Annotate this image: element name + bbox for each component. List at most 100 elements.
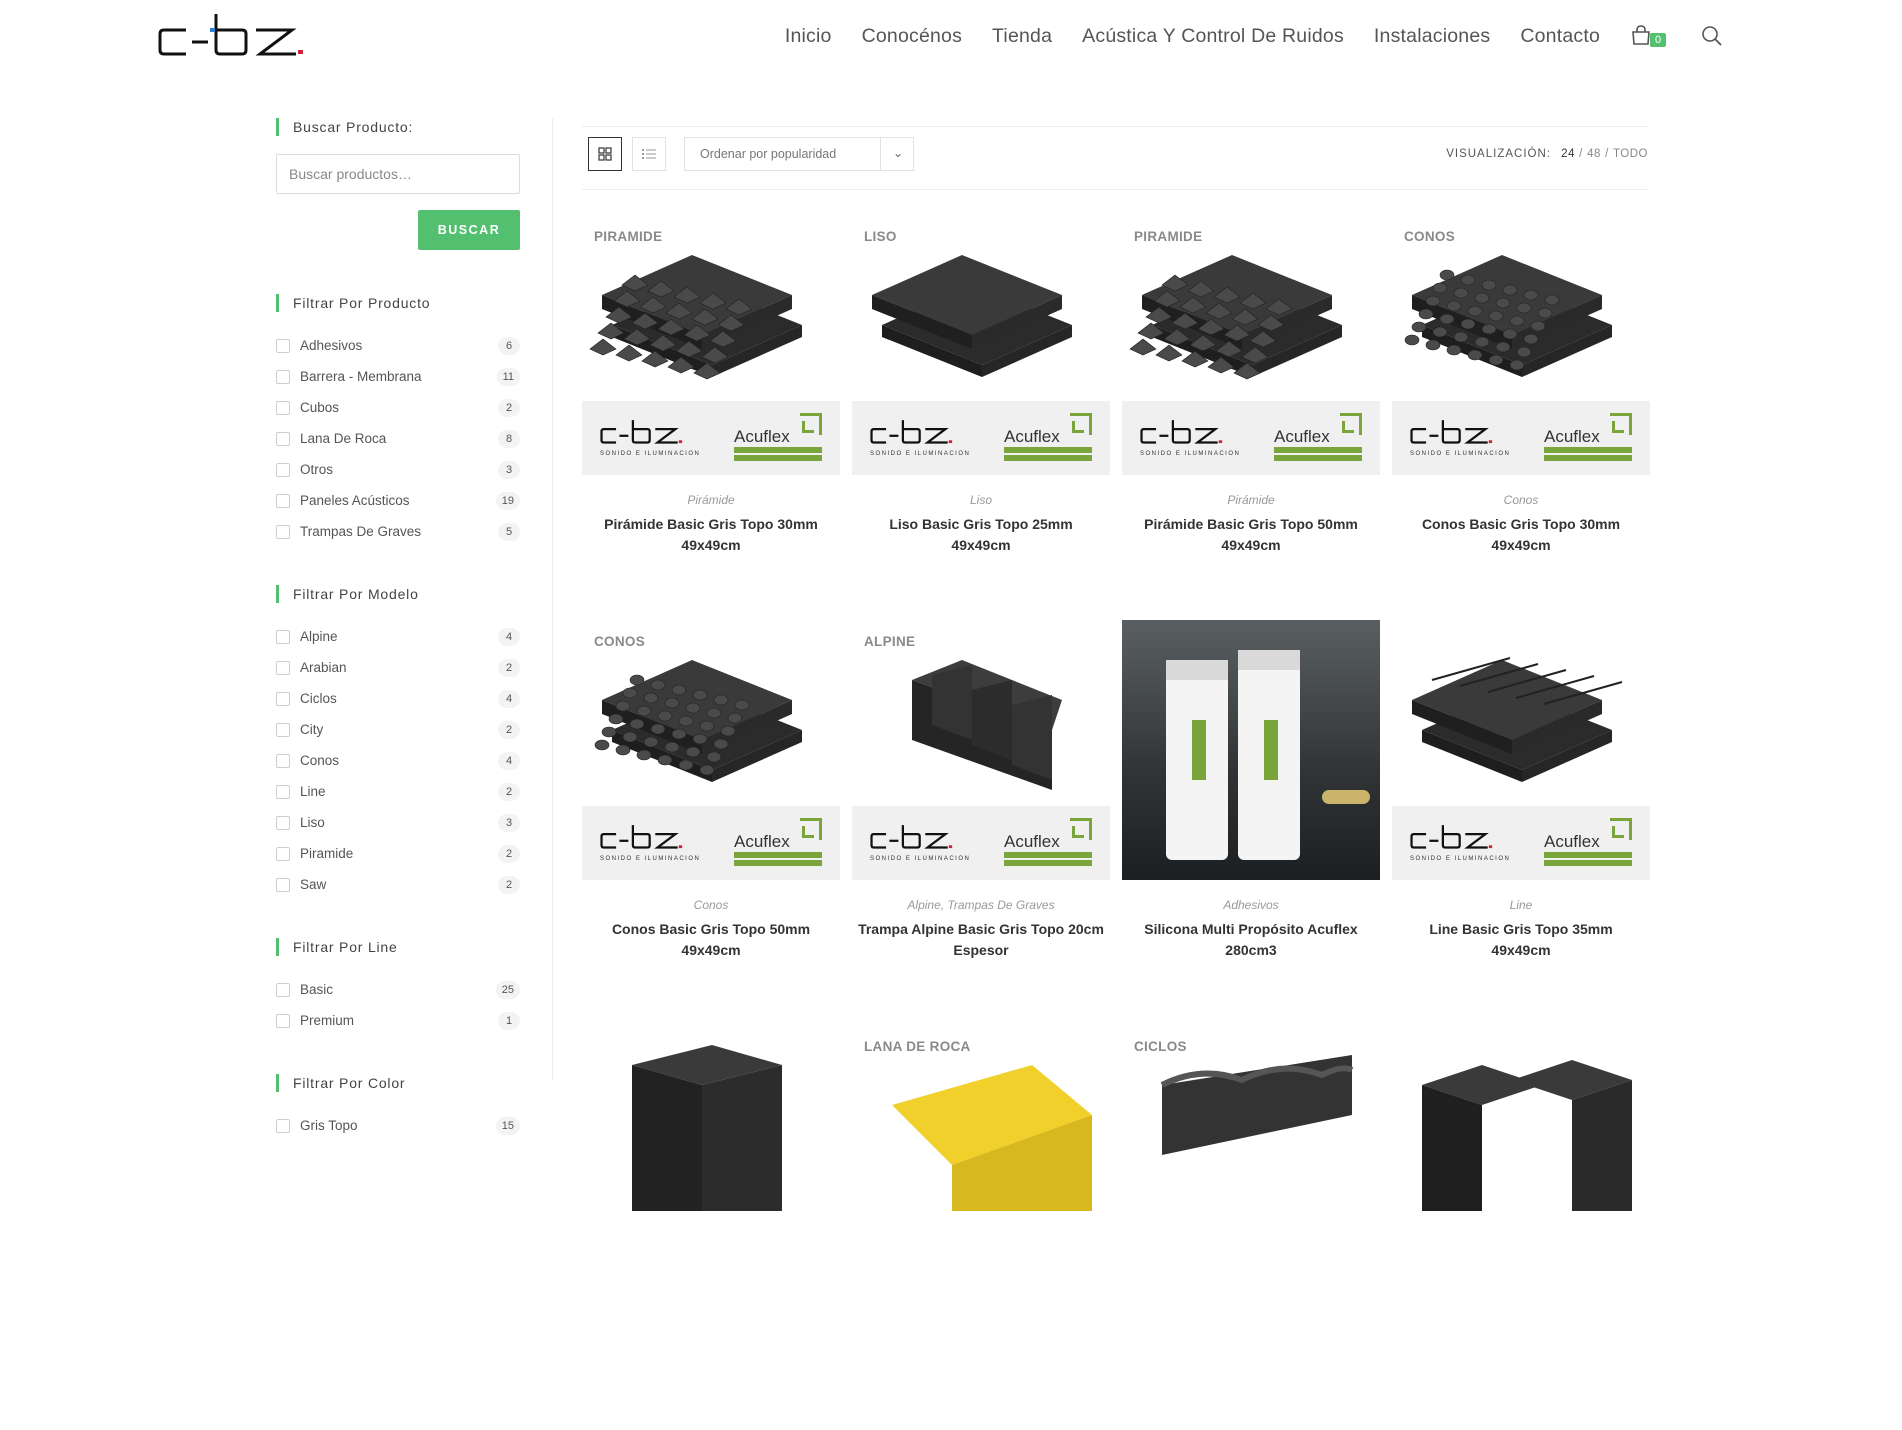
product-image[interactable]: SONIDO E ILUMINACION Acuflex [1392, 620, 1650, 880]
view-count-24[interactable]: 24 [1561, 148, 1575, 160]
checkbox[interactable] [276, 462, 290, 477]
product-title[interactable]: Line Basic Gris Topo 35mm 49x49cm [1392, 919, 1650, 961]
checkbox[interactable] [276, 660, 290, 675]
checkbox[interactable] [276, 753, 290, 768]
view-count-48[interactable]: 48 [1587, 148, 1601, 160]
nav-contacto[interactable]: Contacto [1520, 25, 1600, 48]
product-category[interactable]: Conos [1392, 493, 1650, 507]
product-image[interactable]: LANA DE ROCA [852, 1025, 1110, 1285]
checkbox[interactable] [276, 431, 290, 446]
product-image[interactable] [582, 1025, 840, 1285]
checkbox[interactable] [276, 815, 290, 830]
product-image[interactable]: CONOS SONIDO E ILUMINACION Acuflex [1392, 215, 1650, 475]
product-card[interactable]: LANA DE ROCA [852, 1025, 1110, 1430]
product-category[interactable]: Adhesivos [1122, 898, 1380, 912]
filter-item[interactable]: Lana De Roca 8 [276, 423, 520, 454]
product-image[interactable]: PIRAMIDE SONIDO E ILUMINACION Acuflex [1122, 215, 1380, 475]
filter-item[interactable]: Barrera - Membrana 11 [276, 361, 520, 392]
checkbox[interactable] [276, 784, 290, 799]
filter-item[interactable]: Piramide 2 [276, 838, 520, 869]
nav-conocenos[interactable]: Conocénos [862, 25, 962, 48]
checkbox[interactable] [276, 691, 290, 706]
product-image[interactable]: CONOS SONIDO E ILUMINACION Acuflex [582, 620, 840, 880]
product-image[interactable]: ALPINE SONIDO E ILUMINACION Acuflex [852, 620, 1110, 880]
product-card[interactable]: ALPINE SONIDO E ILUMINACION Acuflex Alpine,… [852, 620, 1110, 1025]
acuflex-logo: Acuflex [734, 818, 822, 868]
product-image[interactable] [1392, 1025, 1650, 1285]
product-search-input[interactable]: Buscar productos… [276, 154, 520, 194]
product-card[interactable]: PIRAMIDE SONIDO E ILUMINACION Acuflex Pirám… [1122, 215, 1380, 620]
acuflex-logo: Acuflex [1004, 818, 1092, 868]
nav-instalaciones[interactable]: Instalaciones [1374, 25, 1490, 48]
product-card[interactable] [1392, 1025, 1650, 1430]
product-card[interactable]: CICLOS [1122, 1025, 1380, 1430]
product-card[interactable]: CONOS SONIDO E ILUMINACION Acuflex Conos Con… [1392, 215, 1650, 620]
product-image[interactable] [1122, 620, 1380, 880]
filter-item[interactable]: Ciclos 4 [276, 683, 520, 714]
filter-item[interactable]: Gris Topo 15 [276, 1110, 520, 1141]
product-category[interactable]: Line [1392, 898, 1650, 912]
search-icon[interactable] [1700, 24, 1724, 48]
product-card[interactable] [582, 1025, 840, 1430]
filter-item[interactable]: Cubos 2 [276, 392, 520, 423]
product-title[interactable]: Pirámide Basic Gris Topo 30mm 49x49cm [582, 514, 840, 556]
sort-select[interactable]: Ordenar por popularidad ⌄ [684, 137, 914, 171]
product-title[interactable]: Liso Basic Gris Topo 25mm 49x49cm [852, 514, 1110, 556]
checkbox[interactable] [276, 1013, 290, 1028]
filter-item[interactable]: Conos 4 [276, 745, 520, 776]
grid-view-button[interactable] [588, 137, 622, 171]
product-title[interactable]: Conos Basic Gris Topo 30mm 49x49cm [1392, 514, 1650, 556]
product-title[interactable]: Pirámide Basic Gris Topo 50mm 49x49cm [1122, 514, 1380, 556]
checkbox[interactable] [276, 722, 290, 737]
filter-item[interactable]: Saw 2 [276, 869, 520, 900]
search-submit-button[interactable]: BUSCAR [418, 210, 520, 250]
filter-label: Arabian [300, 660, 347, 675]
product-card[interactable]: PIRAMIDE SONIDO E ILUMINACION Acuflex Pirám… [582, 215, 840, 620]
product-card[interactable]: Adhesivos Silicona Multi Propósito Acufle… [1122, 620, 1380, 1025]
checkbox[interactable] [276, 400, 290, 415]
product-title[interactable]: Trampa Alpine Basic Gris Topo 20cm Espes… [852, 919, 1110, 961]
site-logo[interactable] [158, 12, 328, 62]
product-category[interactable]: Pirámide [1122, 493, 1380, 507]
nav-tienda[interactable]: Tienda [992, 25, 1052, 48]
product-title[interactable]: Silicona Multi Propósito Acuflex 280cm3 [1122, 919, 1380, 961]
product-category[interactable]: Pirámide [582, 493, 840, 507]
filter-item[interactable]: Trampas De Graves 5 [276, 516, 520, 547]
product-card[interactable]: LISO SONIDO E ILUMINACION Acuflex Liso Liso … [852, 215, 1110, 620]
view-count-all[interactable]: TODO [1613, 148, 1648, 160]
filter-item[interactable]: Arabian 2 [276, 652, 520, 683]
filter-item[interactable]: Paneles Acústicos 19 [276, 485, 520, 516]
product-category[interactable]: Alpine, Trampas De Graves [852, 898, 1110, 912]
filter-count-badge: 2 [498, 720, 520, 739]
filter-item[interactable]: Liso 3 [276, 807, 520, 838]
filter-item[interactable]: Premium 1 [276, 1005, 520, 1036]
nav-inicio[interactable]: Inicio [785, 25, 832, 48]
checkbox[interactable] [276, 877, 290, 892]
product-image[interactable]: LISO SONIDO E ILUMINACION Acuflex [852, 215, 1110, 475]
filter-item[interactable]: Line 2 [276, 776, 520, 807]
product-category[interactable]: Liso [852, 493, 1110, 507]
checkbox[interactable] [276, 338, 290, 353]
checkbox[interactable] [276, 629, 290, 644]
cart-button[interactable]: 0 [1630, 22, 1670, 50]
list-view-button[interactable] [632, 137, 666, 171]
nav-acustica[interactable]: Acústica Y Control De Ruidos [1082, 25, 1344, 48]
checkbox[interactable] [276, 369, 290, 384]
checkbox[interactable] [276, 1118, 290, 1133]
checkbox[interactable] [276, 493, 290, 508]
product-category[interactable]: Conos [582, 898, 840, 912]
product-card[interactable]: SONIDO E ILUMINACION Acuflex Line Line Basi… [1392, 620, 1650, 1025]
checkbox[interactable] [276, 846, 290, 861]
checkbox[interactable] [276, 982, 290, 997]
cbz-logo [870, 420, 953, 444]
filter-item[interactable]: Alpine 4 [276, 621, 520, 652]
filter-item[interactable]: Otros 3 [276, 454, 520, 485]
filter-item[interactable]: City 2 [276, 714, 520, 745]
filter-item[interactable]: Adhesivos 6 [276, 330, 520, 361]
checkbox[interactable] [276, 524, 290, 539]
product-image[interactable]: CICLOS [1122, 1025, 1380, 1285]
filter-item[interactable]: Basic 25 [276, 974, 520, 1005]
product-title[interactable]: Conos Basic Gris Topo 50mm 49x49cm [582, 919, 840, 961]
product-card[interactable]: CONOS SONIDO E ILUMINACION Acuflex Conos Con… [582, 620, 840, 1025]
product-image[interactable]: PIRAMIDE SONIDO E ILUMINACION Acuflex [582, 215, 840, 475]
